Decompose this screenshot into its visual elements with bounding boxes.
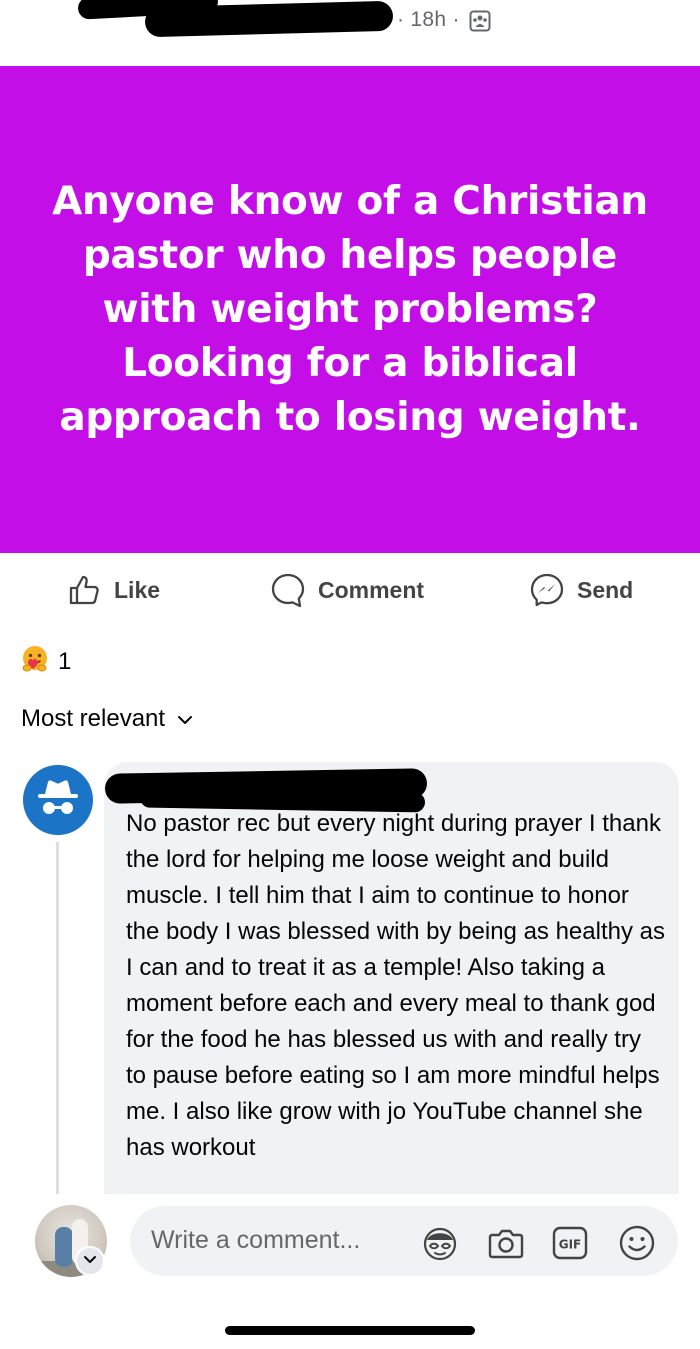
comment-sort-dropdown[interactable]: Most relevant (21, 705, 193, 733)
gif-icon[interactable]: GIF (551, 1224, 589, 1262)
speech-bubble-icon (270, 572, 306, 608)
chevron-down-icon (177, 705, 193, 733)
anonymous-incognito-icon (23, 780, 93, 839)
comment-input-placeholder: Write a comment... (151, 1226, 361, 1254)
camera-icon[interactable] (487, 1224, 525, 1262)
thumbs-up-icon (68, 573, 102, 607)
post-text: Anyone know of a Christian pastor who he… (52, 178, 648, 440)
comment-label: Comment (318, 576, 425, 603)
avatar-sticker-icon[interactable] (421, 1224, 459, 1262)
reaction-summary[interactable]: 1 (20, 644, 72, 681)
messenger-icon (529, 572, 565, 608)
reply-thread-line (56, 842, 59, 1202)
reaction-count: 1 (58, 648, 72, 675)
anonymous-member-avatar[interactable] (23, 765, 93, 835)
emoji-icon[interactable] (618, 1224, 656, 1262)
profile-switch-dropdown[interactable] (75, 1246, 105, 1276)
like-button[interactable]: Like (68, 566, 160, 614)
care-reaction-icon (20, 644, 52, 681)
post-action-bar: Like Comment Send (0, 566, 700, 614)
redacted-author (144, 0, 394, 38)
post-header: · 18h · (0, 0, 700, 66)
sort-label: Most relevant (21, 705, 166, 732)
post-timestamp: · 18h · (397, 8, 460, 31)
comment-button[interactable]: Comment (270, 566, 424, 614)
home-indicator[interactable] (225, 1326, 475, 1335)
group-privacy-icon[interactable] (469, 10, 491, 32)
chevron-down-icon (83, 1252, 97, 1270)
comment-input[interactable]: Write a comment... GIF (130, 1206, 678, 1276)
svg-text:GIF: GIF (559, 1238, 582, 1252)
send-button[interactable]: Send (529, 566, 633, 614)
like-label: Like (114, 576, 161, 603)
send-label: Send (577, 576, 634, 603)
comment-text: No pastor rec but every night during pra… (126, 810, 665, 1161)
post-background[interactable]: Anyone know of a Christian pastor who he… (0, 66, 700, 553)
